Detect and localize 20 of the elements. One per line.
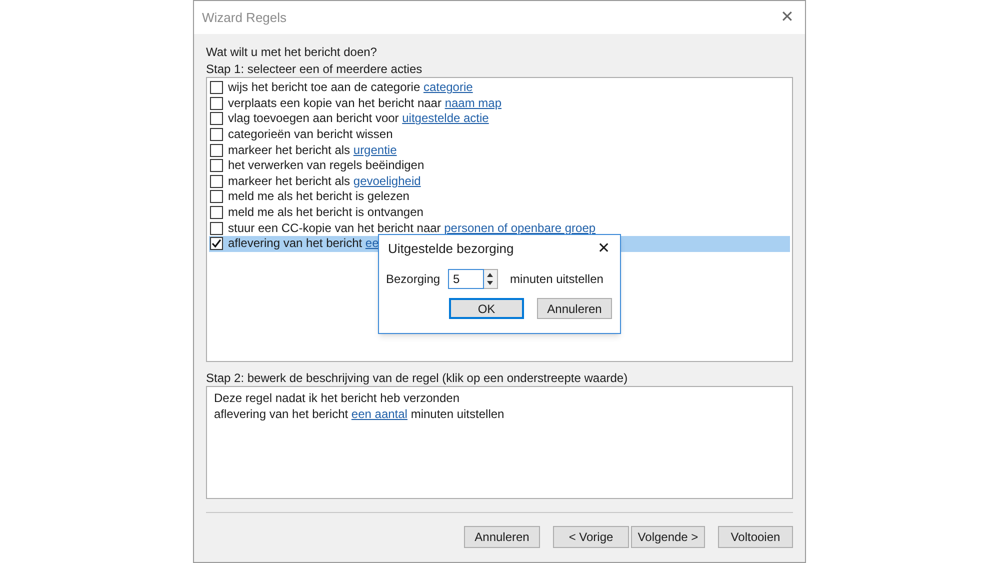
dialog-title: Uitgestelde bezorging: [388, 240, 514, 258]
question-text: Wat wilt u met het bericht doen?: [206, 44, 378, 60]
description-line: Deze regel nadat ik het bericht heb verzonden: [214, 390, 460, 406]
action-text: meld me als het bericht is gelezen: [228, 189, 410, 204]
action-text: categorieën van bericht wissen: [228, 127, 393, 142]
action-text: aflevering van het bericht ee: [228, 236, 379, 252]
action-text: stuur een CC-kopie van het bericht naar personen of openbare groep: [228, 220, 596, 236]
action-text: markeer het bericht als urgentie: [228, 142, 397, 158]
action-text: meld me als het bericht is ontvangen: [228, 205, 424, 220]
unit-label: minuten uitstellen: [510, 271, 604, 288]
step-label: Stap 1: selecteer een of meerdere acties: [206, 61, 424, 77]
action-text: verplaats een kopie van het bericht naar naam map: [228, 96, 502, 111]
action-text: markeer het bericht als gevoeligheid: [228, 174, 421, 189]
field-label: Bezorging: [386, 271, 440, 288]
action-text: vlag toevoegen aan bericht voor uitgestelde actie: [228, 111, 489, 126]
window-title: Wizard Regels: [202, 8, 287, 27]
action-text: het verwerken van regels beëindigen: [228, 158, 424, 174]
step-label: Stap 2: bewerk de beschrijving van de regel (klik op een onderstreepte waarde): [206, 370, 629, 386]
description-line: aflevering van het bericht een aantal minuten uitstellen: [214, 406, 506, 422]
action-text: wijs het bericht toe aan de categorie categorie: [228, 80, 473, 96]
